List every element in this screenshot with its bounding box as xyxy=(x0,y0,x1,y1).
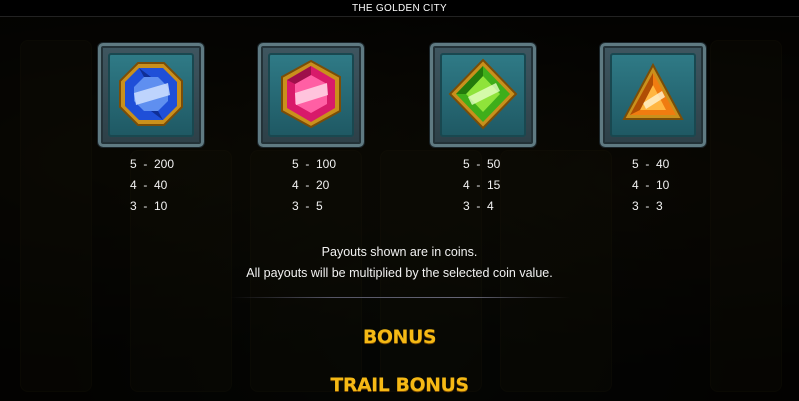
pay-row: 5 - 40 xyxy=(632,157,670,171)
symbol-tile-orange-gem xyxy=(600,43,706,147)
pay-row: 5 - 50 xyxy=(463,157,501,171)
symbol-tile-blue-gem xyxy=(98,43,204,147)
pay-row: 4 - 10 xyxy=(632,178,670,192)
paytable-values-pink-gem: 5 - 100 4 - 20 3 - 5 xyxy=(292,156,412,219)
pay-row: 4 - 40 xyxy=(130,178,168,192)
pay-row: 3 - 10 xyxy=(130,199,168,213)
paytable-values-blue-gem: 5 - 200 4 - 40 3 - 10 xyxy=(130,156,250,219)
pay-row: 3 - 5 xyxy=(292,199,323,213)
bonus-heading: BONUS xyxy=(362,326,437,348)
pay-row: 4 - 15 xyxy=(463,178,501,192)
paytable-values-orange-gem: 5 - 40 4 - 10 3 - 3 xyxy=(632,156,752,219)
game-title: THE GOLDEN CITY xyxy=(351,2,448,14)
green-gem-icon xyxy=(448,58,518,130)
pay-row: 5 - 100 xyxy=(292,157,337,171)
payout-note: Payouts shown are in coins. xyxy=(321,245,478,259)
pay-row: 4 - 20 xyxy=(292,178,330,192)
blue-gem-icon xyxy=(119,62,183,126)
pink-gem-icon xyxy=(281,59,341,129)
title-bar: THE GOLDEN CITY xyxy=(0,0,799,17)
orange-gem-icon xyxy=(622,62,684,120)
trail-bonus-heading: TRAIL BONUS xyxy=(330,374,469,396)
pay-row: 3 - 3 xyxy=(632,199,663,213)
paytable-values-green-gem: 5 - 50 4 - 15 3 - 4 xyxy=(463,156,583,219)
symbol-tile-green-gem xyxy=(430,43,536,147)
symbol-tile-pink-gem xyxy=(258,43,364,147)
section-divider xyxy=(230,297,570,298)
multiplier-note: All payouts will be multiplied by the se… xyxy=(246,266,553,280)
pay-row: 5 - 200 xyxy=(130,157,175,171)
pay-row: 3 - 4 xyxy=(463,199,494,213)
